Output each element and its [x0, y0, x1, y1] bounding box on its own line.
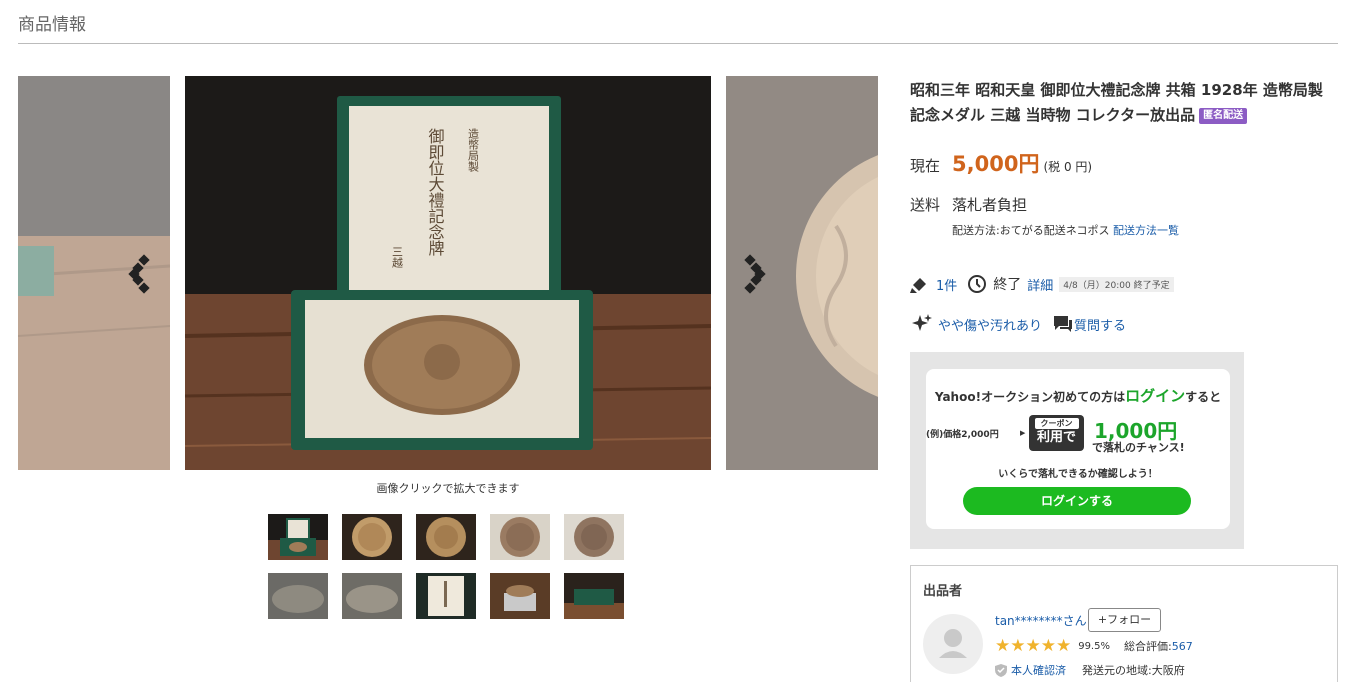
coupon-tag-bottom: 利用で: [1036, 430, 1076, 445]
main-image[interactable]: 造幣局製 御即位大禮記念牌 三越: [185, 76, 711, 470]
thumbnail[interactable]: [268, 514, 328, 560]
item-title: 昭和三年 昭和天皇 御即位大禮記念牌 共箱 1928年 造幣局製 記念メダル 三…: [910, 78, 1340, 128]
price-label: 現在: [910, 157, 941, 175]
next-arrow-icon[interactable]: [738, 254, 766, 294]
star-rating-icon: ★★★★★: [995, 636, 1072, 656]
medal-label-2: 御即位大禮記念牌: [426, 128, 445, 256]
bid-count-link[interactable]: 1件: [936, 275, 957, 294]
thumbnail[interactable]: [342, 573, 402, 619]
rating-label: 総合評価:: [1123, 640, 1172, 653]
end-detail-link[interactable]: 詳細: [1027, 275, 1053, 294]
follow-button[interactable]: +フォロー: [1088, 608, 1161, 632]
condition-link[interactable]: やや傷や汚れあり: [938, 315, 1042, 334]
shipping-value: 落札者負担: [952, 196, 1028, 214]
clock-icon: [968, 275, 987, 293]
question-chat-icon: [1054, 316, 1073, 332]
shipping-list-link[interactable]: 配送方法一覧: [1113, 224, 1179, 237]
end-time-note: 4/8（月）20:00 終了予定: [1059, 276, 1174, 292]
medal-label-1: 造幣局製: [467, 127, 480, 173]
thumbnail-grid: [268, 514, 628, 619]
seller-verification: 本人確認済 発送元の地域:大阪府: [995, 662, 1185, 678]
thumbnail[interactable]: [564, 514, 624, 560]
seller-header: 出品者: [923, 584, 963, 599]
shipping-row: 送料 落札者負担: [910, 194, 1027, 215]
coupon-card: Yahoo!オークション初めての方はログインすると (例)価格2,000円 ▶ …: [926, 369, 1230, 529]
auction-status-row: 1件 終了 詳細 4/8（月）20:00 終了予定: [910, 274, 1174, 294]
verified-link[interactable]: 本人確認済: [1011, 662, 1066, 678]
end-label: 終了: [993, 277, 1022, 293]
seller-panel: 出品者 tan********さん +フォロー ★★★★★ 99.5% 総合評価…: [910, 565, 1338, 682]
coupon-headline-pre: Yahoo!オークション初めての方は: [934, 390, 1126, 404]
shipping-method-text: 配送方法:おてがる配送ネコポス: [952, 224, 1110, 237]
shield-check-icon: [995, 663, 1007, 677]
coupon-headline-post: すると: [1185, 390, 1222, 404]
seller-region: 発送元の地域:大阪府: [1082, 664, 1185, 677]
coupon-headline: Yahoo!オークション初めての方はログインすると: [926, 385, 1230, 406]
coupon-tag-top: クーポン: [1034, 418, 1079, 429]
coupon-check-text: いくらで落札できるか確認しよう！: [998, 469, 1158, 480]
thumbnail[interactable]: [564, 573, 624, 619]
medal-label-3: 三越: [391, 246, 404, 269]
thumbnail[interactable]: [416, 573, 476, 619]
coupon-offer: (例)価格2,000円 ▶ クーポン 利用で 1,000円 で落札のチャンス!: [926, 413, 1230, 454]
coupon-banner[interactable]: Yahoo!オークション初めての方はログインすると (例)価格2,000円 ▶ …: [910, 352, 1244, 549]
thumbnail[interactable]: [490, 514, 550, 560]
image-caption: 画像クリックで拡大できます: [376, 482, 520, 495]
section-divider: [18, 43, 1338, 44]
current-price: 5,000円: [952, 152, 1040, 176]
coupon-login-button[interactable]: ログインする: [963, 487, 1191, 515]
avatar[interactable]: [923, 614, 983, 674]
tax-note: (税 0 円): [1043, 160, 1093, 174]
seller-rating: ★★★★★ 99.5% 総合評価: 567: [995, 636, 1193, 656]
coupon-arrow-icon: ▶: [1020, 429, 1026, 437]
rating-percent: 99.5%: [1078, 640, 1110, 652]
thumbnail[interactable]: [490, 573, 550, 619]
coupon-headline-login: ログイン: [1125, 387, 1186, 405]
thumbnail[interactable]: [342, 514, 402, 560]
prev-arrow-icon[interactable]: [128, 254, 156, 294]
shipping-label: 送料: [910, 196, 941, 214]
condition-row: やや傷や汚れあり 質問する: [910, 313, 1126, 335]
item-title-text: 昭和三年 昭和天皇 御即位大禮記念牌 共箱 1928年 造幣局製 記念メダル 三…: [910, 81, 1323, 124]
anonymous-shipping-badge: 匿名配送: [1199, 108, 1248, 124]
gavel-icon: [910, 278, 926, 293]
rating-value-link[interactable]: 567: [1172, 640, 1193, 653]
coupon-tag: クーポン 利用で: [1029, 415, 1084, 451]
sparkle-icon: [912, 314, 932, 331]
thumbnail[interactable]: [416, 514, 476, 560]
coupon-example: (例)価格2,000円: [926, 430, 999, 440]
question-link[interactable]: 質問する: [1074, 315, 1126, 334]
price-row: 現在 5,000円 (税 0 円): [910, 148, 1092, 178]
section-title: 商品情報: [18, 15, 86, 35]
thumbnail[interactable]: [268, 573, 328, 619]
seller-name-link[interactable]: tan********さん: [995, 612, 1087, 629]
coupon-chance: で落札のチャンス!: [1092, 441, 1185, 454]
shipping-method: 配送方法:おてがる配送ネコポス 配送方法一覧: [952, 222, 1179, 238]
